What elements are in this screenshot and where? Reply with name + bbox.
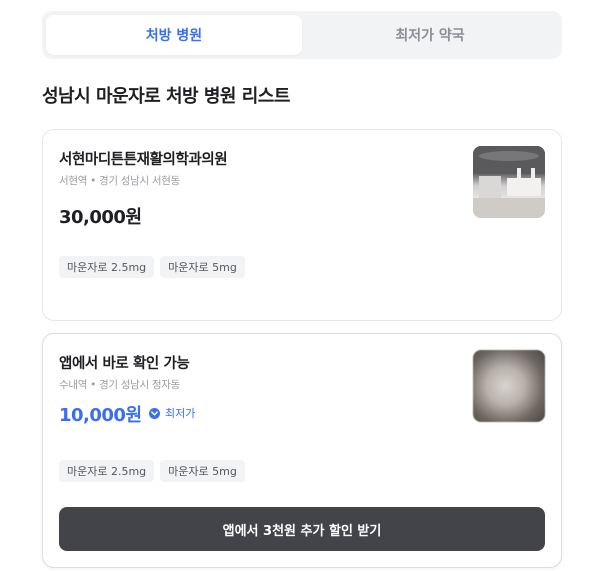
dosage-chips: 마운자로 2.5mg 마운자로 5mg (59, 256, 245, 278)
chevron-down-icon (149, 407, 160, 419)
clinic-card[interactable]: 서현마디튼튼재활의학과의원 서현역 • 경기 성남시 서현동 30,000원 마… (42, 129, 562, 321)
clinic-price: 30,000원 (59, 207, 142, 228)
clinic-thumbnail (473, 350, 545, 422)
clinic-name: 앱에서 바로 확인 가능 (59, 356, 190, 372)
dosage-chip[interactable]: 마운자로 5mg (160, 460, 245, 482)
page-title: 성남시 마운자로 처방 병원 리스트 (42, 86, 290, 107)
lowest-price-badge: 최저가 (149, 405, 195, 421)
clinic-address: 수내역 • 경기 성남시 정자동 (59, 379, 181, 391)
clinic-card-promoted[interactable]: 앱에서 바로 확인 가능 수내역 • 경기 성남시 정자동 10,000원 최저… (42, 333, 562, 568)
clinic-address: 서현역 • 경기 성남시 서현동 (59, 175, 181, 187)
clinic-price: 10,000원 (59, 405, 142, 426)
clinic-name: 서현마디튼튼재활의학과의원 (59, 152, 228, 168)
dosage-chips: 마운자로 2.5mg 마운자로 5mg (59, 460, 245, 482)
tab-bar: 처방 병원 최저가 약국 (42, 11, 562, 59)
app-discount-button[interactable]: 앱에서 3천원 추가 할인 받기 (59, 507, 545, 551)
dosage-chip[interactable]: 마운자로 2.5mg (59, 256, 155, 278)
tab-prescription-clinics[interactable]: 처방 병원 (46, 15, 302, 55)
tab-lowest-price-pharmacy[interactable]: 최저가 약국 (302, 15, 558, 55)
dosage-chip[interactable]: 마운자로 5mg (160, 256, 245, 278)
lowest-price-label: 최저가 (165, 407, 196, 420)
dosage-chip[interactable]: 마운자로 2.5mg (59, 460, 155, 482)
clinic-thumbnail (473, 146, 545, 218)
